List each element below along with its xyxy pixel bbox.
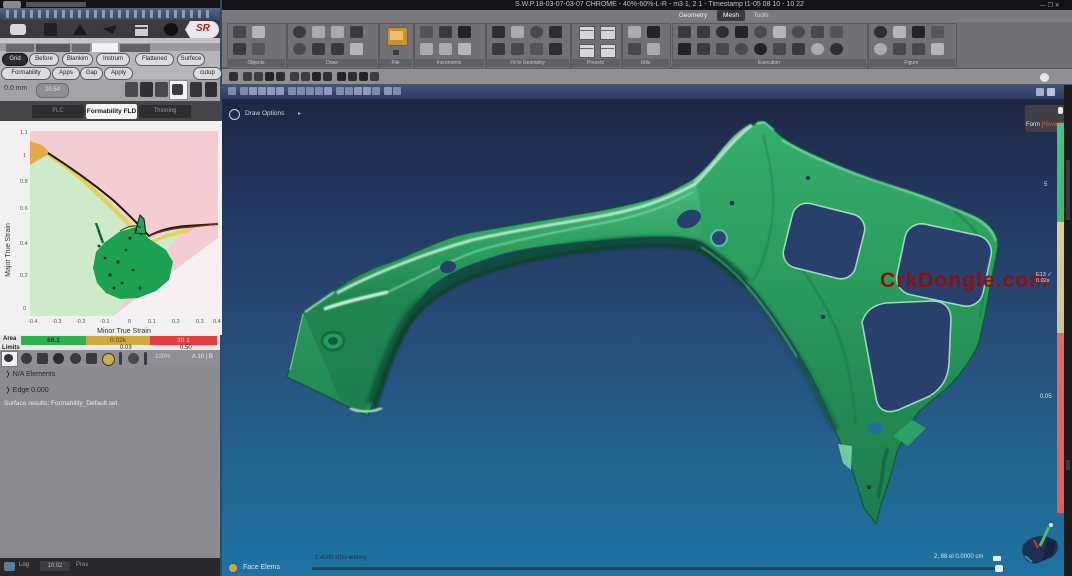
svg-text:-0.3: -0.3 bbox=[52, 319, 61, 325]
svg-text:0: 0 bbox=[128, 319, 131, 325]
svg-text:0.2: 0.2 bbox=[20, 273, 28, 279]
svg-text:Major True Strain: Major True Strain bbox=[5, 223, 12, 277]
svg-text:0.2: 0.2 bbox=[172, 319, 180, 325]
svg-text:0.6: 0.6 bbox=[20, 206, 28, 212]
svg-text:0.3: 0.3 bbox=[196, 319, 204, 325]
svg-text:1.1: 1.1 bbox=[20, 130, 28, 136]
svg-text:0.4: 0.4 bbox=[20, 241, 28, 247]
svg-text:-0.2: -0.2 bbox=[76, 319, 85, 325]
svg-text:1: 1 bbox=[23, 153, 26, 159]
svg-text:0.1: 0.1 bbox=[148, 319, 156, 325]
svg-text:Minor True Strain: Minor True Strain bbox=[97, 328, 151, 335]
svg-text:-0.1: -0.1 bbox=[100, 319, 109, 325]
svg-text:-0.4: -0.4 bbox=[28, 319, 37, 325]
svg-text:0.8: 0.8 bbox=[20, 179, 28, 185]
svg-text:0.4: 0.4 bbox=[213, 319, 221, 325]
svg-text:0: 0 bbox=[23, 306, 26, 312]
